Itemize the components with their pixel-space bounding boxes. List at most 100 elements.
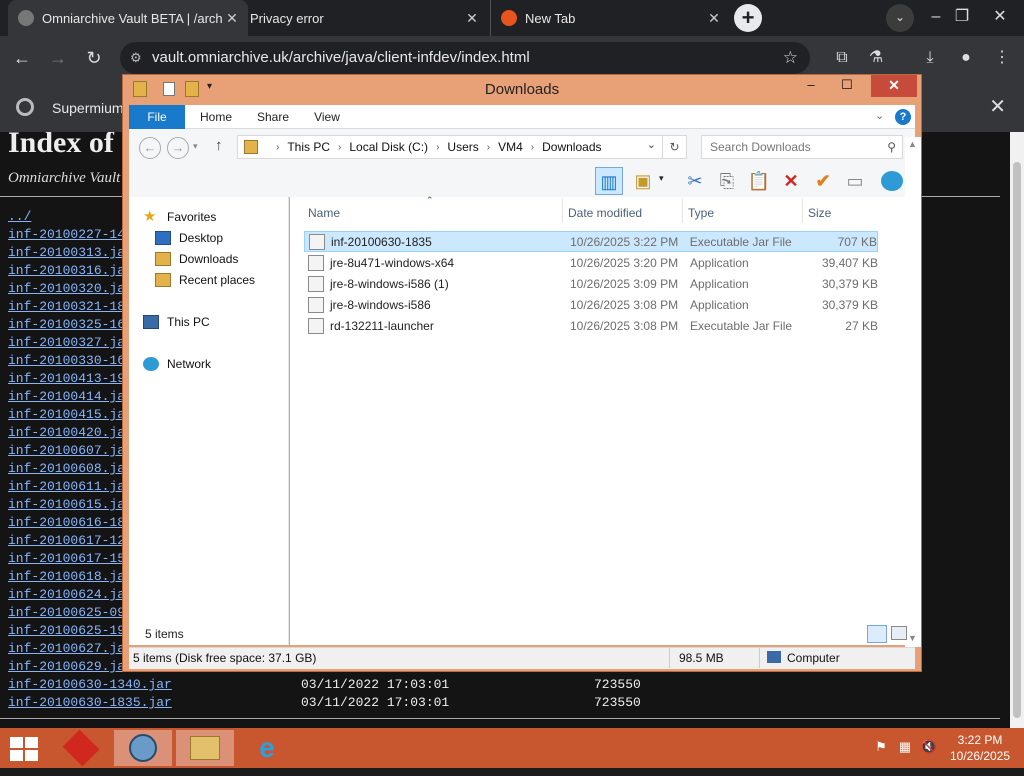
large-icons-view-icon[interactable] (891, 626, 907, 640)
restore-icon[interactable]: ❐ (944, 0, 980, 36)
explorer-scrollbar[interactable]: ▲ ▼ (905, 137, 921, 647)
copy-icon[interactable]: ⎘ (713, 167, 741, 195)
file-row[interactable]: inf-20100630-1835 10/26/2025 3:22 PM Execu… (304, 231, 878, 252)
refresh-icon[interactable]: ↻ (663, 135, 687, 159)
extensions-icon[interactable]: ⧉ (828, 44, 856, 72)
new-folder-icon[interactable]: ▣ (629, 167, 657, 195)
search-input[interactable]: Search Downloads ⚲ (701, 135, 903, 159)
chevron-down-icon[interactable]: ⌄ (647, 138, 656, 151)
file-row[interactable]: jre-8-windows-i586 (1) 10/26/2025 3:09 PM… (304, 273, 878, 294)
maximize-icon[interactable]: ☐ (829, 75, 865, 97)
file-link[interactable]: inf-20100630-1835.jar (8, 694, 301, 712)
cube-app-icon (62, 729, 100, 767)
back-icon[interactable]: ← (139, 137, 161, 159)
nav-thispc[interactable]: This PC (143, 312, 210, 332)
explorer-titlebar[interactable]: ▾ Downloads – ☐ ✕ (123, 75, 921, 105)
scroll-up-icon[interactable]: ▲ (908, 139, 917, 149)
reload-icon[interactable]: ↻ (80, 44, 108, 72)
paste-icon[interactable]: 📋 (745, 167, 773, 195)
clock-time: 3:22 PM (957, 733, 1003, 747)
labs-icon[interactable]: ⚗ (862, 44, 890, 72)
up-icon[interactable]: ↑ (215, 137, 223, 154)
file-link[interactable]: inf-20100630-1340.jar (8, 676, 301, 694)
minimize-icon[interactable]: – (793, 75, 829, 97)
forward-icon[interactable]: → (167, 137, 189, 159)
file-row[interactable]: jre-8u471-windows-x64 10/26/2025 3:20 PM A… (304, 252, 878, 273)
recent-locations-icon[interactable]: ▾ (193, 141, 198, 152)
details-bar: 5 items (Disk free space: 37.1 GB) 98.5 … (129, 647, 915, 669)
breadcrumb-separator: › (530, 141, 535, 153)
column-type[interactable]: Type (688, 203, 714, 223)
site-info-icon[interactable]: ⚙ (130, 42, 142, 74)
column-divider[interactable] (562, 199, 563, 223)
tab-home[interactable]: Home (191, 105, 241, 129)
nav-recent[interactable]: Recent places (155, 270, 255, 290)
address-bar[interactable]: ⚙ vault.omniarchive.uk/archive/java/clie… (120, 42, 810, 74)
file-row[interactable]: rd-132211-launcher 10/26/2025 3:08 PM Exec… (304, 315, 878, 336)
action-center-flag-icon[interactable]: ⚑ (872, 738, 890, 756)
file-size: 39,407 KB (821, 255, 878, 270)
cut-icon[interactable]: ✂ (681, 167, 709, 195)
tab-view[interactable]: View (305, 105, 349, 129)
taskbar-app-cube[interactable] (52, 729, 110, 767)
column-name[interactable]: Name (308, 203, 340, 223)
breadcrumb-downloads[interactable]: Downloads (542, 140, 601, 154)
url-text: vault.omniarchive.uk/archive/java/client… (152, 49, 530, 66)
file-name: rd-132211-launcher (330, 318, 434, 333)
infobar-close-icon[interactable]: ✕ (989, 94, 1006, 119)
close-tab-icon[interactable]: ✕ (704, 10, 724, 27)
back-icon[interactable]: ← (8, 44, 36, 72)
profile-icon[interactable]: ● (952, 44, 980, 72)
tab-search-icon[interactable]: ⌄ (886, 4, 914, 32)
menu-icon[interactable]: ⋮ (988, 44, 1016, 72)
nav-network[interactable]: Network (143, 354, 211, 374)
properties-check-icon[interactable]: ✔ (809, 167, 837, 195)
bookmark-star-icon[interactable]: ☆ (783, 42, 798, 74)
forward-icon[interactable]: → (44, 44, 72, 72)
column-divider[interactable] (802, 199, 803, 223)
nav-downloads[interactable]: Downloads (155, 249, 238, 269)
tab-omniarchive[interactable]: Omniarchive Vault BETA | /archi ✕ (8, 0, 248, 36)
taskbar-app-ie[interactable]: e (238, 730, 296, 766)
breadcrumb[interactable]: › This PC › Local Disk (C:) › Users › VM… (237, 135, 663, 159)
breadcrumb-separator: › (436, 141, 440, 153)
breadcrumb-users[interactable]: Users (447, 140, 478, 154)
help-icon[interactable]: ? (895, 109, 911, 125)
tab-privacy-error[interactable]: Privacy error ✕ (240, 0, 488, 36)
file-row[interactable]: jre-8-windows-i586 10/26/2025 3:08 PM Appl… (304, 294, 878, 315)
tab-new-tab[interactable]: New Tab ✕ (490, 0, 730, 36)
new-tab-button[interactable]: + (734, 4, 762, 32)
taskbar-app-browser[interactable] (114, 730, 172, 766)
details-view-icon[interactable] (867, 625, 887, 643)
close-window-icon[interactable]: ✕ (982, 0, 1018, 36)
nav-desktop[interactable]: Desktop (155, 228, 223, 248)
chevron-down-icon[interactable]: ▾ (659, 173, 664, 184)
volume-muted-icon[interactable]: 🔇 (920, 738, 938, 756)
breadcrumb-vm4[interactable]: VM4 (498, 140, 523, 154)
rename-icon[interactable]: ▭ (841, 167, 869, 195)
preview-pane-icon[interactable]: ▥ (595, 167, 623, 195)
nav-favorites[interactable]: ★ Favorites (143, 207, 216, 227)
expand-ribbon-icon[interactable]: ⌄ (875, 109, 884, 122)
column-divider[interactable] (682, 199, 683, 223)
network-tray-icon[interactable]: ▦ (896, 738, 914, 756)
taskbar-app-explorer[interactable] (176, 730, 234, 766)
breadcrumb-thispc[interactable]: This PC (287, 140, 330, 154)
close-window-icon[interactable]: ✕ (871, 75, 917, 97)
tab-file[interactable]: File (129, 105, 185, 129)
browser-tab-strip: Omniarchive Vault BETA | /archi ✕ Privac… (0, 0, 1024, 36)
scrollbar-thumb[interactable] (1013, 162, 1021, 718)
column-size[interactable]: Size (808, 203, 831, 223)
share-icon[interactable] (881, 171, 903, 191)
close-tab-icon[interactable]: ✕ (222, 10, 242, 27)
close-tab-icon[interactable]: ✕ (462, 10, 482, 27)
page-scrollbar[interactable] (1010, 132, 1024, 728)
download-icon[interactable]: ⤓ (916, 44, 944, 72)
delete-icon[interactable]: ✕ (777, 167, 805, 195)
file-icon (308, 296, 324, 313)
start-button[interactable] (10, 737, 38, 761)
breadcrumb-localdisk[interactable]: Local Disk (C:) (349, 140, 428, 154)
clock[interactable]: 3:22 PM 10/26/2025 (940, 732, 1020, 764)
column-date[interactable]: Date modified (568, 203, 642, 223)
tab-share[interactable]: Share (249, 105, 297, 129)
